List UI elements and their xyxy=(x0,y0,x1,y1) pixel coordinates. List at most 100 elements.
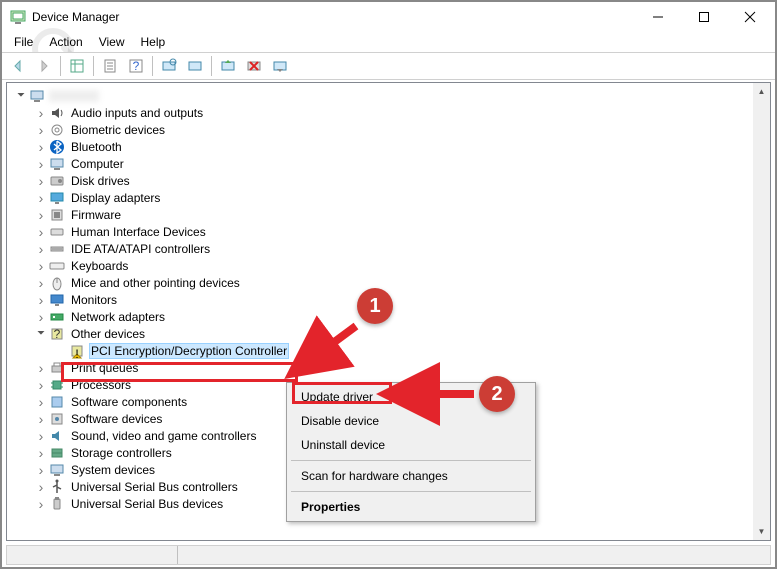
category-label: Monitors xyxy=(69,293,119,307)
tree-category[interactable]: Print queues xyxy=(11,359,770,376)
svg-text:?: ? xyxy=(133,59,140,73)
menu-view[interactable]: View xyxy=(91,33,133,51)
computer-icon xyxy=(49,156,65,172)
bluetooth-icon xyxy=(49,139,65,155)
swcomp-icon xyxy=(49,394,65,410)
category-label: IDE ATA/ATAPI controllers xyxy=(69,242,212,256)
disk-icon xyxy=(49,173,65,189)
system-icon xyxy=(49,462,65,478)
ide-icon xyxy=(49,241,65,257)
category-label: Biometric devices xyxy=(69,123,167,137)
keyboard-icon xyxy=(49,258,65,274)
app-icon xyxy=(10,9,26,25)
sound-icon xyxy=(49,428,65,444)
window-title: Device Manager xyxy=(32,10,635,24)
category-label: Universal Serial Bus devices xyxy=(69,497,225,511)
root-label xyxy=(49,90,99,102)
close-button[interactable] xyxy=(727,2,773,32)
computer-icon xyxy=(29,88,45,104)
monitor-icon xyxy=(49,292,65,308)
tree-root[interactable] xyxy=(11,87,770,104)
storage-icon xyxy=(49,445,65,461)
callout-number: 1 xyxy=(357,288,393,324)
arrow-2 xyxy=(400,384,478,404)
category-label: Universal Serial Bus controllers xyxy=(69,480,240,494)
category-label: Disk drives xyxy=(69,174,132,188)
menu-file[interactable]: File xyxy=(6,33,41,51)
tree-category[interactable]: Audio inputs and outputs xyxy=(11,104,770,121)
category-label: Sound, video and game controllers xyxy=(69,429,258,443)
show-hidden-button[interactable] xyxy=(65,54,89,78)
tree-category[interactable]: IDE ATA/ATAPI controllers xyxy=(11,240,770,257)
usb-icon xyxy=(49,479,65,495)
help-topics-button[interactable]: ? xyxy=(124,54,148,78)
minimize-button[interactable] xyxy=(635,2,681,32)
uninstall-button[interactable] xyxy=(242,54,266,78)
network-icon xyxy=(49,309,65,325)
forward-button[interactable] xyxy=(32,54,56,78)
biometric-icon xyxy=(49,122,65,138)
category-label: Software devices xyxy=(69,412,164,426)
category-label: Software components xyxy=(69,395,189,409)
category-label: Human Interface Devices xyxy=(69,225,208,239)
disable-button[interactable] xyxy=(268,54,292,78)
maximize-button[interactable] xyxy=(681,2,727,32)
tree-category[interactable]: Biometric devices xyxy=(11,121,770,138)
category-label: Bluetooth xyxy=(69,140,124,154)
cpu-icon xyxy=(49,377,65,393)
add-legacy-button[interactable] xyxy=(183,54,207,78)
category-label: Storage controllers xyxy=(69,446,174,460)
ctx-uninstall-device[interactable]: Uninstall device xyxy=(289,433,533,457)
swdev-icon xyxy=(49,411,65,427)
category-label: Keyboards xyxy=(69,259,130,273)
callout-1: 1 xyxy=(357,288,393,324)
device-label: PCI Encryption/Decryption Controller xyxy=(89,343,289,359)
callout-2: 2 xyxy=(479,376,515,412)
title-bar: Device Manager xyxy=(2,2,775,32)
tree-category[interactable]: Firmware xyxy=(11,206,770,223)
category-label: Computer xyxy=(69,157,126,171)
other-icon: ? xyxy=(49,326,65,342)
scroll-up-button[interactable]: ▲ xyxy=(753,83,770,100)
category-label: Processors xyxy=(69,378,133,392)
menu-action[interactable]: Action xyxy=(41,33,90,51)
ctx-disable-device[interactable]: Disable device xyxy=(289,409,533,433)
category-label: System devices xyxy=(69,463,157,477)
tree-category[interactable]: Disk drives xyxy=(11,172,770,189)
tree-category[interactable]: ? Other devices xyxy=(11,325,770,342)
svg-text:!: ! xyxy=(75,347,78,361)
category-label: Display adapters xyxy=(69,191,162,205)
hid-icon xyxy=(49,224,65,240)
tree-category[interactable]: Display adapters xyxy=(11,189,770,206)
update-driver-button[interactable] xyxy=(216,54,240,78)
arrow-1 xyxy=(300,322,360,366)
callout-number: 2 xyxy=(479,376,515,412)
tree-category[interactable]: Keyboards xyxy=(11,257,770,274)
menu-bar: File Action View Help xyxy=(2,32,775,52)
scroll-down-button[interactable]: ▼ xyxy=(753,523,770,540)
category-label: Network adapters xyxy=(69,310,167,324)
ctx-properties[interactable]: Properties xyxy=(289,495,533,519)
vertical-scrollbar[interactable]: ▲ ▼ xyxy=(753,83,770,540)
printer-icon xyxy=(49,360,65,376)
speaker-icon xyxy=(49,105,65,121)
ctx-separator xyxy=(291,491,531,492)
tree-category[interactable]: Computer xyxy=(11,155,770,172)
tree-category[interactable]: Human Interface Devices xyxy=(11,223,770,240)
tree-category[interactable]: Bluetooth xyxy=(11,138,770,155)
ctx-separator xyxy=(291,460,531,461)
properties-button[interactable] xyxy=(98,54,122,78)
ctx-scan-hardware[interactable]: Scan for hardware changes xyxy=(289,464,533,488)
category-label: Other devices xyxy=(69,327,147,341)
category-label: Print queues xyxy=(69,361,140,375)
firmware-icon xyxy=(49,207,65,223)
usbdev-icon xyxy=(49,496,65,512)
scan-hardware-button[interactable] xyxy=(157,54,181,78)
status-bar xyxy=(6,545,771,565)
category-label: Mice and other pointing devices xyxy=(69,276,242,290)
category-label: Firmware xyxy=(69,208,123,222)
svg-text:?: ? xyxy=(54,327,61,341)
menu-help[interactable]: Help xyxy=(133,33,174,51)
tree-device-selected[interactable]: ! PCI Encryption/Decryption Controller xyxy=(11,342,770,359)
back-button[interactable] xyxy=(6,54,30,78)
